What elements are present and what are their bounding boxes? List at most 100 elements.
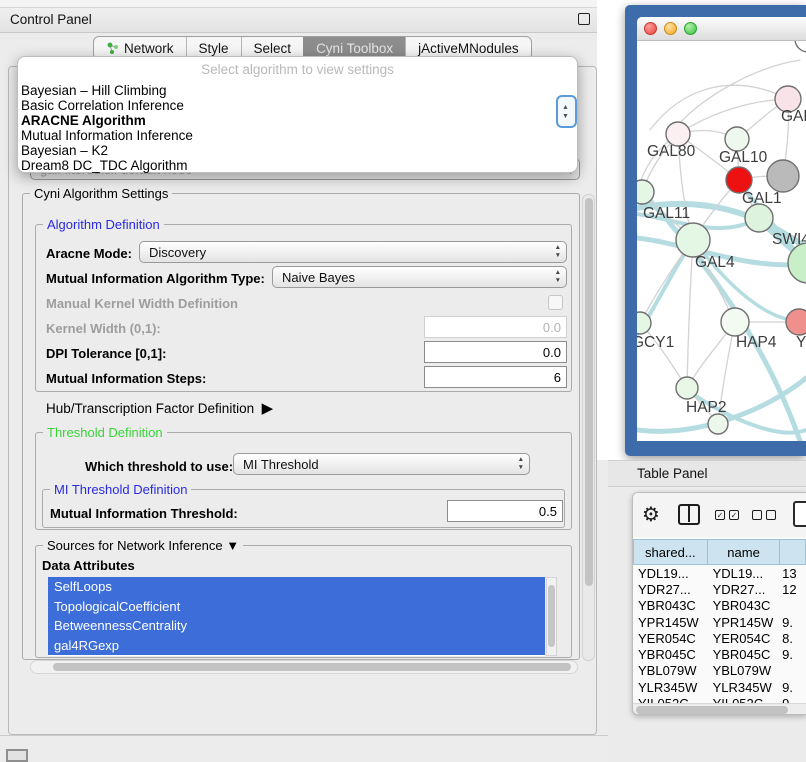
kernel-width-input[interactable]: 0.0 [424, 316, 567, 338]
which-threshold-combo[interactable]: MI Threshold ▲▼ [233, 453, 530, 475]
network-node-gal10[interactable] [725, 127, 749, 151]
table-row[interactable]: YLR345WYLR345W9. [633, 679, 806, 695]
minimize-traffic-light-icon[interactable] [664, 22, 677, 35]
collapse-arrow-icon[interactable]: ▼ [226, 538, 239, 553]
dpi-tolerance-input[interactable]: 0.0 [424, 341, 567, 363]
manual-kernel-checkbox[interactable] [548, 295, 563, 310]
node-label: SWI4 [772, 231, 806, 248]
unchecked-checkbox-icon[interactable] [766, 510, 776, 520]
network-icon [106, 42, 119, 55]
network-node-swi4[interactable] [745, 204, 773, 232]
node-label: GAL4 [695, 254, 735, 271]
network-window-titlebar[interactable] [637, 17, 806, 41]
table-row[interactable]: YBR043CYBR043C [633, 598, 806, 614]
settings-horizontal-scrollbar[interactable] [30, 660, 578, 674]
column-header-shared-name[interactable]: shared... [633, 539, 708, 565]
table-horizontal-scrollbar[interactable] [633, 703, 806, 715]
node-label: HAP4 [736, 334, 777, 351]
new-table-icon[interactable] [793, 501, 806, 527]
table-row[interactable]: YBL079WYBL079W [633, 663, 806, 679]
mi-type-label: Mutual Information Algorithm Type: [46, 271, 265, 286]
table-cell: 9. [782, 680, 806, 695]
algorithm-item[interactable]: Bayesian – K2 [21, 144, 577, 159]
tab-label: Network [124, 41, 174, 56]
node-label: GAL [781, 108, 806, 125]
network-node-y[interactable] [786, 309, 806, 335]
table-cell: YBR045C [709, 647, 783, 662]
control-panel-top-strip [0, 0, 608, 8]
table-cell: YDR27... [633, 582, 709, 597]
algorithm-item[interactable]: Bayesian – Hill Climbing [21, 84, 577, 99]
data-attributes-list: SelfLoopsTopologicalCoefficientBetweenne… [48, 577, 545, 656]
network-node-hap2[interactable] [676, 377, 698, 399]
network-node-gal11[interactable] [637, 180, 654, 204]
node-label: Y [796, 334, 806, 351]
column-header-name[interactable]: name [708, 539, 781, 565]
gear-icon[interactable]: ⚙ [642, 502, 660, 527]
table-cell: YBL079W [633, 663, 709, 678]
table-row[interactable]: YDR27...YDR27...12 [633, 581, 806, 597]
attribute-item[interactable]: TopologicalCoefficient [48, 597, 545, 617]
table-cell: YDR27... [709, 582, 783, 597]
close-traffic-light-icon[interactable] [644, 22, 657, 35]
which-threshold-label: Which threshold to use: [85, 459, 233, 474]
network-node[interactable] [795, 41, 806, 52]
algorithm-item[interactable]: ARACNE Algorithm [21, 114, 577, 129]
mi-threshold-input[interactable]: 0.5 [447, 500, 563, 522]
table-row[interactable]: YBR045CYBR045C9. [633, 646, 806, 662]
hub-definition-expander[interactable]: Hub/Transcription Factor Definition ▶ [46, 399, 273, 417]
unchecked-checkbox-icon[interactable] [752, 510, 762, 520]
expand-arrow-icon[interactable]: ▶ [262, 400, 274, 417]
algorithm-dropdown-popup: Select algorithm to view settings Bayesi… [17, 56, 578, 173]
table-cell: 8. [782, 631, 806, 646]
data-attributes-label: Data Attributes [42, 558, 135, 573]
table-row[interactable]: YDL19...YDL19...13 [633, 565, 806, 581]
table-row[interactable]: YPR145WYPR145W9. [633, 614, 806, 630]
aracne-mode-combo[interactable]: Discovery ▲▼ [139, 241, 567, 263]
table-cell: 9. [782, 647, 806, 662]
zoom-traffic-light-icon[interactable] [684, 22, 697, 35]
node-label: HAP2 [686, 399, 727, 416]
attribute-item[interactable]: gal4RGexp [48, 636, 545, 656]
mi-steps-label: Mutual Information Steps: [46, 371, 206, 386]
settings-vertical-scrollbar[interactable] [582, 194, 595, 661]
algorithm-placeholder: Select algorithm to view settings [18, 62, 577, 77]
attribute-item[interactable]: SelfLoops [48, 577, 545, 597]
control-panel-header: Control Panel ✕ [0, 8, 608, 33]
attribute-item[interactable]: BetweennessCentrality [48, 616, 545, 636]
network-canvas[interactable]: GALGAL80GAL10GAL1SWI4GAL11GAL4GCY1HAP4YH… [637, 41, 806, 441]
table-cell: 9. [782, 696, 806, 703]
collapsed-panel-grip[interactable] [6, 749, 28, 762]
network-node-gal4[interactable] [676, 223, 710, 257]
table-row[interactable]: YER054CYER054C8. [633, 630, 806, 646]
checked-checkbox-icon[interactable]: ✓ [715, 510, 725, 520]
algorithm-item[interactable]: Dream8 DC_TDC Algorithm [21, 159, 577, 174]
table-row[interactable]: YIL052CYIL052C9. [633, 695, 806, 703]
columns-icon[interactable] [678, 504, 700, 525]
attributes-scrollbar[interactable] [546, 577, 557, 656]
algorithm-item[interactable]: Basic Correlation Inference [21, 99, 577, 114]
table-cell: YBR043C [633, 598, 709, 613]
panel-bottom-divider [0, 735, 608, 736]
panel-title: Control Panel [10, 12, 92, 27]
table-cell: YBR043C [709, 598, 783, 613]
table-panel-bar: Table Panel [608, 460, 806, 487]
table-cell: 12 [782, 582, 806, 597]
table-cell: YER054C [709, 631, 783, 646]
algorithm-item[interactable]: Mutual Information Inference [21, 129, 577, 144]
column-header-partial[interactable] [780, 539, 806, 565]
combo-arrows-icon: ▲▼ [555, 269, 561, 285]
table-cell: YBL079W [709, 663, 783, 678]
sources-title[interactable]: Sources for Network Inference ▼ [43, 538, 243, 553]
table-cell: YLR345W [633, 680, 709, 695]
mi-steps-input[interactable]: 6 [424, 366, 567, 388]
float-window-icon[interactable] [578, 13, 590, 25]
checked-checkbox-icon[interactable]: ✓ [729, 510, 739, 520]
network-node[interactable] [708, 414, 728, 434]
kernel-width-label: Kernel Width (0,1): [46, 321, 161, 336]
network-node[interactable] [767, 160, 799, 192]
mi-type-combo[interactable]: Naive Bayes ▲▼ [272, 266, 567, 288]
screen: Control Panel ✕ Network Style Select Cyn… [0, 0, 806, 762]
network-node-hap4[interactable] [721, 308, 749, 336]
focused-combo-spinner[interactable]: ▲▼ [556, 95, 577, 128]
